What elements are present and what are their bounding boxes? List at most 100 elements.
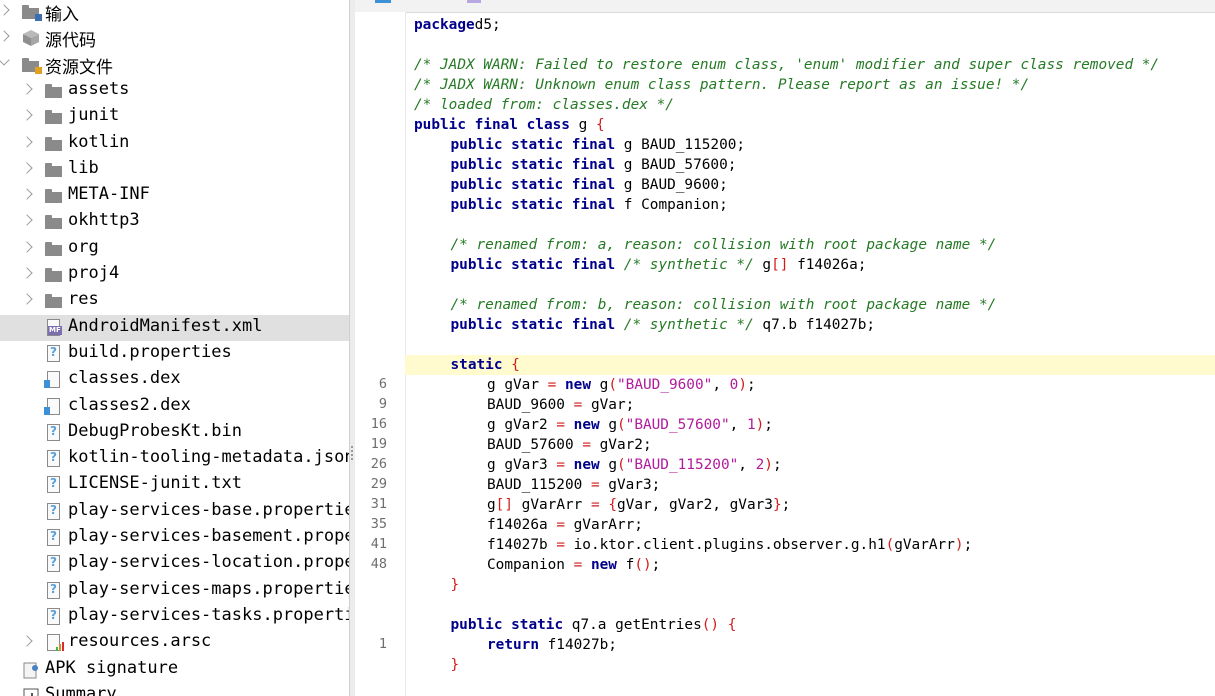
chevron-right-icon[interactable] [21,188,33,200]
code-line[interactable]: g gVar = new g("BAUD_9600", 0); [406,375,1215,395]
chevron-right-icon[interactable] [21,109,33,121]
code-line[interactable] [406,335,1215,355]
code-line[interactable] [406,275,1215,295]
tree-item[interactable]: assets [0,78,349,104]
code-line[interactable]: BAUD_115200 = gVar3; [406,475,1215,495]
code-line[interactable]: public static final f Companion; [406,195,1215,215]
tree-item[interactable]: ? play-services-base.properties [0,499,349,525]
code-token: g [569,117,596,133]
code-line[interactable]: g[] gVarArr = {gVar, gVar2, gVar3}; [406,495,1215,515]
code-line[interactable] [406,215,1215,235]
code-line[interactable]: /* renamed from: a, reason: collision wi… [406,235,1215,255]
resource-tree[interactable]: 输入 源代码 资源文件 assets junit kotlin lib META-INF okh… [0,0,349,696]
code-line[interactable]: /* renamed from: b, reason: collision wi… [406,295,1215,315]
code-token: /* renamed from: a, reason: collision wi… [450,237,997,253]
code-token: } [772,497,782,513]
code-line[interactable]: } [406,575,1215,595]
code-line[interactable]: g gVar2 = new g("BAUD_57600", 1); [406,415,1215,435]
tree-item[interactable]: 资源文件 [0,52,349,78]
tree-item[interactable]: ? DebugProbesKt.bin [0,420,349,446]
code-area[interactable]: packaged5; /* JADX WARN: Failed to restor… [406,12,1215,696]
code-line[interactable]: BAUD_57600 = gVar2; [406,435,1215,455]
tree-item[interactable]: ? LICENSE-junit.txt [0,472,349,498]
chevron-right-icon[interactable] [21,267,33,279]
tree-item[interactable]: proj4 [0,262,349,288]
code-line[interactable]: /* JADX WARN: Failed to restore enum cla… [406,55,1215,75]
code-token: /* JADX WARN: Unknown enum class pattern… [414,77,1030,93]
tree-item[interactable]: res [0,288,349,314]
code-editor[interactable]: 6 9 16 19 26 29 31 35 41 48 1 packaged5; /* JADX WA… [355,0,1215,696]
chevron-right-icon[interactable] [21,83,33,95]
code-line[interactable] [406,595,1215,615]
code-line[interactable]: } [406,655,1215,675]
code-line[interactable]: public final class g { [406,115,1215,135]
chevron-right-icon[interactable] [0,30,10,42]
code-token: [] [495,497,513,513]
code-token: /* renamed from: b, reason: collision wi… [450,297,997,313]
tree-item[interactable]: junit [0,104,349,130]
code-line[interactable]: f14027b = io.ktor.client.plugins.observe… [406,535,1215,555]
unknown-file-icon: ? [47,476,60,494]
code-line[interactable]: public static final /* synthetic */ g[] … [406,255,1215,275]
tree-item[interactable]: ? play-services-maps.properties [0,578,349,604]
tree-item[interactable]: org [0,236,349,262]
tree-item[interactable]: ? build.properties [0,341,349,367]
tree-item[interactable]: ? play-services-basement.properties [0,525,349,551]
code-line[interactable]: return f14027b; [406,635,1215,655]
tree-item[interactable]: 源代码 [0,25,349,51]
tree-item[interactable]: ? kotlin-tooling-metadata.json [0,446,349,472]
chevron-right-icon[interactable] [21,241,33,253]
code-line[interactable]: public static final /* synthetic */ q7.b… [406,315,1215,335]
tree-item[interactable]: lib [0,157,349,183]
code-line[interactable]: g gVar3 = new g("BAUD_115200", 2); [406,455,1215,475]
tree-item-label: play-services-maps.properties [68,578,349,599]
tree-item[interactable]: okhttp3 [0,209,349,235]
code-line[interactable]: public static final g BAUD_115200; [406,135,1215,155]
code-line[interactable]: /* loaded from: classes.dex */ [406,95,1215,115]
tab-indicator[interactable] [467,0,481,3]
code-token: "BAUD_57600" [625,417,730,433]
line-number: 6 [378,376,387,392]
code-token: () [701,617,720,633]
tree-item[interactable]: ? play-services-tasks.properties [0,604,349,630]
chevron-right-icon[interactable] [21,635,33,647]
tree-item[interactable]: META-INF [0,183,349,209]
splitter-grip-icon[interactable] [351,446,353,462]
code-line[interactable]: BAUD_9600 = gVar; [406,395,1215,415]
active-tab-indicator[interactable] [375,0,391,3]
tree-item[interactable]: classes.dex [0,367,349,393]
chevron-down-icon[interactable] [0,53,10,66]
chevron-right-icon[interactable] [21,135,33,148]
code-line[interactable]: f14026a = gVarArr; [406,515,1215,535]
code-token: gVarArr [513,497,591,513]
chevron-right-icon[interactable] [0,4,10,16]
line-number: 41 [370,536,387,552]
tree-item[interactable]: kotlin [0,131,349,157]
tree-item[interactable]: 输入 [0,0,349,25]
code-token: ( [616,457,626,473]
tree-item[interactable]: classes2.dex [0,394,349,420]
code-line[interactable]: public static final g BAUD_9600; [406,175,1215,195]
tree-item[interactable]: ? play-services-location.properties [0,551,349,577]
code-token: g BAUD_9600; [615,177,728,193]
code-token: f14027b; [538,637,617,653]
tree-item[interactable]: resources.arsc [0,630,349,656]
chevron-right-icon[interactable] [21,293,33,305]
chevron-right-icon[interactable] [21,162,33,174]
tree-item[interactable]: APK signature [0,657,349,683]
code-line[interactable]: public static final g BAUD_57600; [406,155,1215,175]
code-line[interactable]: static { [406,355,1215,375]
code-line[interactable]: packaged5; [406,15,1215,35]
tree-item[interactable]: MF AndroidManifest.xml [0,314,349,341]
tree-item[interactable]: Summary [0,683,349,696]
tree-item-label: resources.arsc [68,631,212,652]
folder-icon [45,294,62,309]
code-token: BAUD_9600 [487,397,574,413]
code-line[interactable] [406,35,1215,55]
code-line[interactable]: public static q7.a getEntries() { [406,615,1215,635]
code-line[interactable]: Companion = new f(); [406,555,1215,575]
code-line[interactable]: /* JADX WARN: Unknown enum class pattern… [406,75,1215,95]
folder-icon [45,268,62,282]
chevron-right-icon[interactable] [21,214,33,227]
